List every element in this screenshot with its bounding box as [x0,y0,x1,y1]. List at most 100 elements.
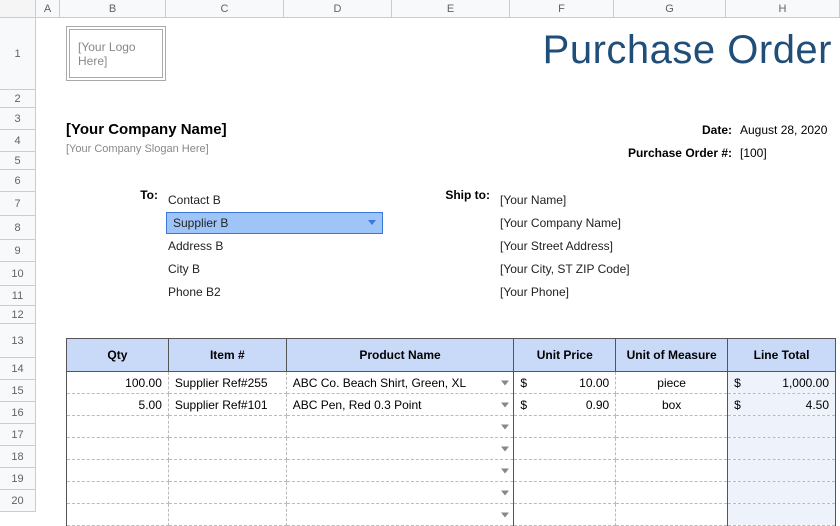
col-header-B[interactable]: B [60,0,166,18]
cell-unit-price[interactable] [514,438,616,460]
chevron-down-icon[interactable] [501,446,509,451]
row-header-8[interactable]: 8 [0,216,36,240]
row-header-11[interactable]: 11 [0,286,36,306]
cell-qty[interactable] [67,460,169,482]
vendor-address[interactable]: Address B [168,234,383,257]
cell-product[interactable] [286,460,514,482]
company-name[interactable]: [Your Company Name] [66,121,227,138]
cell-unit-price[interactable] [514,416,616,438]
table-row[interactable]: 5.00Supplier Ref#101ABC Pen, Red 0.3 Poi… [67,394,836,416]
cell-uom[interactable] [616,438,728,460]
col-qty[interactable]: Qty [67,339,169,372]
col-header-D[interactable]: D [284,0,392,18]
row-header-13[interactable]: 13 [0,324,36,358]
row-header-18[interactable]: 18 [0,446,36,468]
company-slogan[interactable]: [Your Company Slogan Here] [66,143,209,155]
cell-qty[interactable] [67,504,169,526]
row-header-19[interactable]: 19 [0,468,36,490]
cell-line-total[interactable] [728,460,836,482]
shipto-name[interactable]: [Your Name] [500,188,630,211]
shipto-citystate[interactable]: [Your City, ST ZIP Code] [500,257,630,280]
cell-uom[interactable] [616,504,728,526]
table-row[interactable] [67,504,836,526]
cell-item[interactable]: Supplier Ref#101 [168,394,286,416]
col-header-E[interactable]: E [392,0,510,18]
cell-product[interactable]: ABC Pen, Red 0.3 Point [286,394,514,416]
logo-placeholder[interactable]: [Your Logo Here] [66,26,166,81]
corner-cell[interactable] [0,0,36,18]
table-row[interactable] [67,438,836,460]
row-header-2[interactable]: 2 [0,90,36,108]
chevron-down-icon[interactable] [501,512,509,517]
chevron-down-icon[interactable] [501,468,509,473]
row-header-20[interactable]: 20 [0,490,36,512]
vendor-city[interactable]: City B [168,257,383,280]
cell-unit-price[interactable]: $0.90 [514,394,616,416]
shipto-phone[interactable]: [Your Phone] [500,280,630,303]
row-header-15[interactable]: 15 [0,380,36,402]
table-row[interactable] [67,416,836,438]
cell-line-total[interactable] [728,504,836,526]
cell-item[interactable] [168,460,286,482]
col-header-A[interactable]: A [36,0,60,18]
row-header-12[interactable]: 12 [0,306,36,324]
cell-uom[interactable] [616,460,728,482]
cell-qty[interactable]: 5.00 [67,394,169,416]
row-header-5[interactable]: 5 [0,152,36,170]
cell-uom[interactable] [616,416,728,438]
date-value[interactable]: August 28, 2020 [740,123,830,137]
cell-line-total[interactable] [728,416,836,438]
shipto-street[interactable]: [Your Street Address] [500,234,630,257]
col-uom[interactable]: Unit of Measure [616,339,728,372]
col-header-G[interactable]: G [614,0,726,18]
cell-unit-price[interactable] [514,482,616,504]
col-product[interactable]: Product Name [286,339,514,372]
row-header-1[interactable]: 1 [0,18,36,90]
cell-item[interactable] [168,482,286,504]
chevron-down-icon[interactable] [368,220,376,225]
shipto-company[interactable]: [Your Company Name] [500,211,630,234]
cell-qty[interactable] [67,416,169,438]
row-header-3[interactable]: 3 [0,108,36,130]
table-row[interactable] [67,482,836,504]
table-row[interactable] [67,460,836,482]
cell-line-total[interactable]: $4.50 [728,394,836,416]
cell-item[interactable]: Supplier Ref#255 [168,372,286,394]
cell-qty[interactable] [67,438,169,460]
cell-item[interactable] [168,438,286,460]
cell-uom[interactable]: box [616,394,728,416]
row-header-10[interactable]: 10 [0,262,36,286]
table-row[interactable]: 100.00Supplier Ref#255ABC Co. Beach Shir… [67,372,836,394]
cell-item[interactable] [168,416,286,438]
cell-line-total[interactable] [728,438,836,460]
cell-uom[interactable] [616,482,728,504]
cell-qty[interactable] [67,482,169,504]
col-header-C[interactable]: C [166,0,284,18]
cell-product[interactable] [286,438,514,460]
chevron-down-icon[interactable] [501,380,509,385]
row-header-16[interactable]: 16 [0,402,36,424]
cell-qty[interactable]: 100.00 [67,372,169,394]
cell-uom[interactable]: piece [616,372,728,394]
col-line-total[interactable]: Line Total [728,339,836,372]
cell-product[interactable] [286,504,514,526]
col-item[interactable]: Item # [168,339,286,372]
vendor-contact[interactable]: Contact B [168,188,383,211]
chevron-down-icon[interactable] [501,424,509,429]
cell-line-total[interactable]: $1,000.00 [728,372,836,394]
row-header-14[interactable]: 14 [0,358,36,380]
row-header-9[interactable]: 9 [0,240,36,262]
cell-unit-price[interactable]: $10.00 [514,372,616,394]
cell-product[interactable] [286,482,514,504]
vendor-phone[interactable]: Phone B2 [168,280,383,303]
cell-item[interactable] [168,504,286,526]
po-number-value[interactable]: [100] [740,146,830,160]
col-header-F[interactable]: F [510,0,614,18]
row-header-6[interactable]: 6 [0,170,36,192]
chevron-down-icon[interactable] [501,490,509,495]
cell-unit-price[interactable] [514,460,616,482]
row-header-4[interactable]: 4 [0,130,36,152]
row-header-17[interactable]: 17 [0,424,36,446]
col-unit-price[interactable]: Unit Price [514,339,616,372]
vendor-supplier-cell[interactable]: Supplier B [168,211,383,234]
